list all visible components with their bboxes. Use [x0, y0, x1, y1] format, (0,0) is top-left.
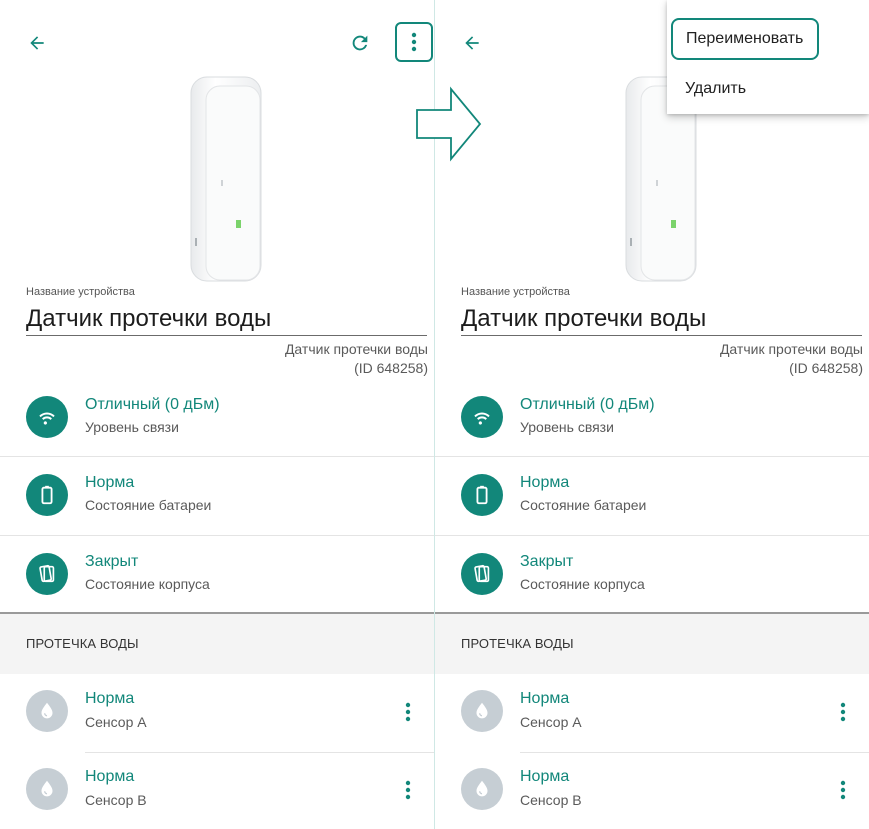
- case-status: Закрыт: [520, 553, 574, 570]
- wifi-icon: [39, 412, 55, 425]
- sensor-name: Сенсор А: [85, 714, 147, 730]
- sensor-icon-circle: [26, 768, 68, 810]
- device-name-caption: Название устройства: [26, 286, 135, 298]
- section-title: ПРОТЕЧКА ВОДЫ: [26, 636, 139, 651]
- sensor-status: Норма: [85, 690, 135, 707]
- section-header-water-leak: ПРОТЕЧКА ВОДЫ: [435, 614, 869, 674]
- back-button[interactable]: [22, 28, 52, 58]
- sensor-menu-button[interactable]: [398, 776, 418, 804]
- sensor-row-a[interactable]: Норма Сенсор А: [0, 674, 434, 752]
- sensor-status: Норма: [520, 768, 570, 785]
- sensor-icon-circle: [461, 690, 503, 732]
- case-status: Закрыт: [85, 553, 139, 570]
- signal-icon-circle: [461, 396, 503, 438]
- device-model-info: Датчик протечки воды (ID 648258): [720, 340, 863, 378]
- options-menu: Переименовать Удалить: [667, 0, 869, 114]
- battery-icon-circle: [26, 474, 68, 516]
- more-vertical-icon: [405, 780, 411, 800]
- battery-label: Состояние батареи: [85, 497, 212, 513]
- device-name-input[interactable]: [461, 302, 862, 336]
- device-id: (ID 648258): [789, 360, 863, 376]
- more-options-button[interactable]: [395, 22, 433, 62]
- case-icon-circle: [26, 553, 68, 595]
- transition-arrow-icon: [416, 86, 482, 162]
- menu-item-delete[interactable]: Удалить: [667, 68, 869, 110]
- arrow-left-icon: [465, 36, 479, 50]
- sensor-name: Сенсор B: [520, 792, 582, 808]
- case-label: Состояние корпуса: [85, 576, 210, 592]
- battery-label: Состояние батареи: [520, 497, 647, 513]
- sensor-name: Сенсор B: [85, 792, 147, 808]
- water-drop-icon: [41, 780, 53, 797]
- case-icon: [39, 564, 55, 583]
- device-image: [190, 76, 262, 282]
- case-icon-circle: [461, 553, 503, 595]
- sensor-menu-button[interactable]: [398, 698, 418, 726]
- battery-icon: [41, 485, 53, 505]
- section-title: ПРОТЕЧКА ВОДЫ: [461, 636, 574, 651]
- menu-item-rename[interactable]: Переименовать: [671, 18, 819, 60]
- sensor-row-b[interactable]: Норма Сенсор B: [0, 752, 434, 829]
- status-row-battery: Норма Состояние батареи: [0, 456, 434, 534]
- battery-status: Норма: [85, 474, 135, 491]
- device-screen-before: Название устройства Датчик протечки воды…: [0, 0, 434, 829]
- wifi-icon: [474, 412, 490, 425]
- sensor-icon-circle: [461, 768, 503, 810]
- sensor-menu-button[interactable]: [833, 698, 853, 726]
- device-model-info: Датчик протечки воды (ID 648258): [285, 340, 428, 378]
- sensor-row-b[interactable]: Норма Сенсор B: [435, 752, 869, 829]
- signal-icon-circle: [26, 396, 68, 438]
- sensor-row-a[interactable]: Норма Сенсор А: [435, 674, 869, 752]
- section-header-water-leak: ПРОТЕЧКА ВОДЫ: [0, 614, 434, 674]
- refresh-icon: [352, 35, 368, 51]
- device-name-input[interactable]: [26, 302, 427, 336]
- signal-status: Отличный (0 дБм): [520, 396, 655, 413]
- status-row-signal: Отличный (0 дБм) Уровень связи: [0, 378, 434, 456]
- case-icon: [474, 564, 490, 583]
- case-label: Состояние корпуса: [520, 576, 645, 592]
- sensor-menu-button[interactable]: [833, 776, 853, 804]
- sensor-status: Норма: [520, 690, 570, 707]
- signal-label: Уровень связи: [85, 419, 179, 435]
- status-row-case: Закрыт Состояние корпуса: [435, 535, 869, 613]
- device-name-caption: Название устройства: [461, 286, 570, 298]
- signal-label: Уровень связи: [520, 419, 614, 435]
- battery-status: Норма: [520, 474, 570, 491]
- sensor-name: Сенсор А: [520, 714, 582, 730]
- device-model-name: Датчик протечки воды: [719, 341, 863, 357]
- device-screen-after: Название устройства Датчик протечки воды…: [435, 0, 869, 829]
- back-button[interactable]: [457, 28, 487, 58]
- refresh-button[interactable]: [345, 28, 375, 58]
- status-row-case: Закрыт Состояние корпуса: [0, 535, 434, 613]
- water-drop-icon: [476, 780, 488, 797]
- more-vertical-icon: [840, 780, 846, 800]
- status-row-battery: Норма Состояние батареи: [435, 456, 869, 534]
- device-model-name: Датчик протечки воды: [284, 341, 428, 357]
- water-drop-icon: [476, 702, 488, 719]
- battery-icon: [476, 485, 488, 505]
- battery-icon-circle: [461, 474, 503, 516]
- arrow-left-icon: [30, 36, 44, 50]
- top-app-bar: [0, 0, 434, 88]
- more-vertical-icon: [405, 702, 411, 722]
- device-id: (ID 648258): [354, 360, 428, 376]
- water-drop-icon: [41, 702, 53, 719]
- more-vertical-icon: [840, 702, 846, 722]
- signal-status: Отличный (0 дБм): [85, 396, 220, 413]
- status-row-signal: Отличный (0 дБм) Уровень связи: [435, 378, 869, 456]
- more-vertical-icon: [411, 32, 417, 52]
- sensor-icon-circle: [26, 690, 68, 732]
- sensor-status: Норма: [85, 768, 135, 785]
